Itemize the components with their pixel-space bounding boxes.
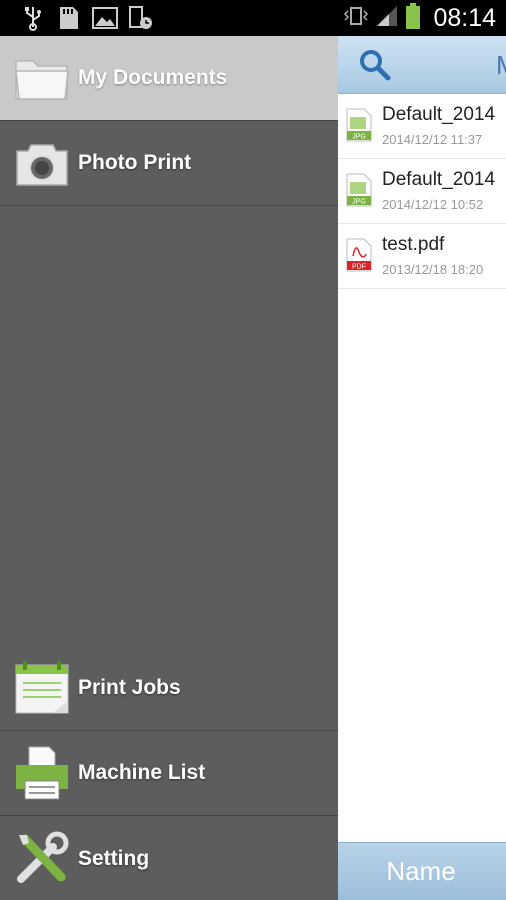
image-icon (92, 4, 118, 32)
folder-icon (12, 48, 72, 108)
document-list-panel: M JPG Default_2014 2014/12/12 11:37 (338, 36, 506, 900)
file-date: 2014/12/12 10:52 (382, 197, 484, 212)
clock: 08:14 (433, 4, 496, 32)
nav-label: Print Jobs (78, 676, 181, 699)
screen: 08:14 My Documents Photo Print Print Job… (0, 0, 506, 900)
nav-label: Setting (78, 846, 150, 870)
jpg-file-icon: JPG (346, 173, 372, 207)
status-bar: 08:14 (0, 0, 506, 36)
battery-icon (405, 2, 421, 35)
jpg-file-icon: JPG (346, 108, 372, 142)
camera-icon (12, 133, 72, 193)
printer-icon (12, 743, 72, 803)
usb-icon (20, 4, 46, 32)
page-title: M (496, 50, 506, 81)
print-jobs-icon (12, 658, 72, 718)
sort-label: Name (386, 856, 456, 886)
nav-item-print-jobs[interactable]: Print Jobs (0, 646, 338, 731)
search-icon[interactable] (358, 48, 392, 82)
navigation-drawer: My Documents Photo Print Print Jobs Mach… (0, 36, 338, 900)
pdf-file-icon: PDF (346, 238, 372, 272)
file-name: Default_2014 (382, 104, 496, 125)
svg-text:JPG: JPG (352, 134, 366, 141)
action-bar: M (338, 36, 506, 94)
nav-label: Machine List (78, 761, 206, 784)
notification-icons (20, 4, 154, 32)
nav-item-setting[interactable]: Setting (0, 816, 338, 900)
sort-by-name-button[interactable]: Name (338, 842, 506, 900)
vibrate-icon (343, 5, 369, 32)
nav-label: Photo Print (78, 151, 192, 174)
svg-text:JPG: JPG (352, 199, 366, 206)
file-row[interactable]: JPG Default_2014 2014/12/12 11:37 (338, 94, 506, 159)
phone-clock-icon (128, 4, 154, 32)
nav-item-machine-list[interactable]: Machine List (0, 731, 338, 816)
file-row[interactable]: PDF test.pdf 2013/12/18 18:20 (338, 224, 506, 289)
file-name: test.pdf (382, 234, 445, 255)
nav-label: My Documents (78, 66, 228, 89)
nav-item-my-documents[interactable]: My Documents (0, 36, 338, 121)
tools-icon (12, 829, 72, 889)
file-date: 2013/12/18 18:20 (382, 262, 484, 277)
system-icons: 08:14 (343, 2, 496, 35)
file-name: Default_2014 (382, 169, 496, 190)
sd-card-icon (56, 4, 82, 32)
signal-icon (375, 4, 399, 33)
file-date: 2014/12/12 11:37 (382, 132, 483, 147)
nav-item-photo-print[interactable]: Photo Print (0, 121, 338, 206)
file-row[interactable]: JPG Default_2014 2014/12/12 10:52 (338, 159, 506, 224)
svg-text:PDF: PDF (352, 264, 366, 271)
